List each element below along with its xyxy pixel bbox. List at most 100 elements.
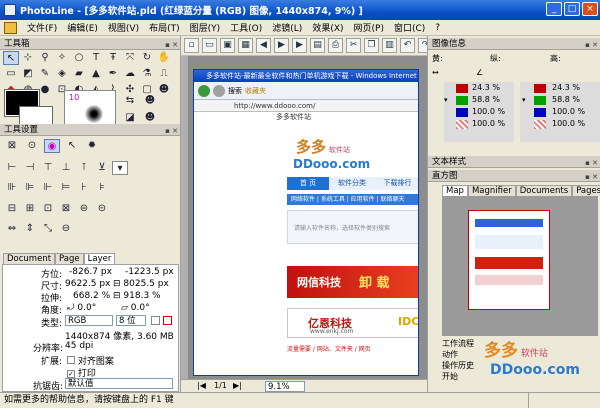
- space-r-icon[interactable]: ⊠: [58, 202, 74, 216]
- text-tool-icon[interactable]: T: [88, 51, 104, 65]
- panel-close-icon[interactable]: ▪ ✕: [585, 157, 598, 169]
- shape-tool-icon[interactable]: ▲: [88, 67, 104, 81]
- panel-close-icon[interactable]: ▪ ✕: [165, 125, 178, 137]
- size-both-icon[interactable]: ⤡: [40, 222, 56, 236]
- space-b-icon[interactable]: ⊝: [94, 202, 110, 216]
- align-middle-icon[interactable]: ⊺: [76, 161, 92, 175]
- next-page-icon[interactable]: ▶|: [233, 380, 242, 392]
- crop-tool-icon[interactable]: ⊹: [20, 51, 36, 65]
- dist-l-icon[interactable]: ⊩: [40, 181, 56, 195]
- size-w-icon[interactable]: ⇔: [4, 222, 20, 236]
- angle-a-value[interactable]: 0.0°: [77, 303, 96, 313]
- maximize-button[interactable]: □: [564, 2, 580, 16]
- last-page-icon[interactable]: ▶: [292, 38, 307, 53]
- menu-effects[interactable]: 效果(X): [307, 21, 348, 34]
- dropdown-icon[interactable]: ▾: [112, 161, 128, 175]
- menu-filter[interactable]: 滤镜(L): [267, 21, 307, 34]
- pen-tool-icon[interactable]: ✒: [105, 67, 121, 81]
- align-right-icon[interactable]: ⊤: [40, 161, 56, 175]
- open-icon[interactable]: ▭: [202, 38, 217, 53]
- picker-tool-icon[interactable]: ⚗: [139, 67, 155, 81]
- wand-tool-icon[interactable]: ✧: [54, 51, 70, 65]
- swap-colors-icon[interactable]: ⇆: [122, 94, 138, 108]
- resolution-value[interactable]: 45 dpi: [65, 341, 93, 351]
- tab-documents[interactable]: Documents: [515, 185, 573, 196]
- select-pointer-icon[interactable]: ↖: [64, 139, 80, 153]
- color-swatch-icon[interactable]: [151, 316, 160, 325]
- menu-tools[interactable]: 工具(O): [225, 21, 267, 34]
- menu-file[interactable]: 文件(F): [22, 21, 62, 34]
- zoom-tool-icon[interactable]: ○: [71, 51, 87, 65]
- type-mode-select[interactable]: RGB: [65, 315, 113, 326]
- document-icon[interactable]: [4, 22, 17, 34]
- fill-tool-icon[interactable]: ◈: [54, 67, 70, 81]
- smudge-tool-icon[interactable]: ☁: [122, 67, 138, 81]
- select-ellipse-icon[interactable]: ⊙: [24, 139, 40, 153]
- menu-layout[interactable]: 布局(T): [144, 21, 185, 34]
- menu-help[interactable]: ?: [430, 23, 445, 33]
- panel-close-icon[interactable]: ▪ ✕: [585, 171, 598, 183]
- first-page-icon[interactable]: |◀: [197, 380, 206, 392]
- menu-web[interactable]: 网页(P): [349, 21, 389, 34]
- dist-h-icon[interactable]: ⊪: [4, 181, 20, 195]
- tab-pages[interactable]: Pages: [572, 185, 600, 196]
- dropdown-icon[interactable]: ▾: [522, 96, 526, 104]
- red-swatch-icon[interactable]: [162, 316, 172, 325]
- copy-icon[interactable]: ❐: [364, 38, 379, 53]
- action-item[interactable]: 动作: [442, 349, 474, 360]
- select-rect-icon[interactable]: ⊠: [4, 139, 20, 153]
- dropdown-icon[interactable]: ▾: [444, 96, 448, 104]
- workflow-item[interactable]: 工作流程: [442, 338, 474, 349]
- save-icon[interactable]: ▣: [220, 38, 235, 53]
- clone-tool-icon[interactable]: ⚲: [37, 51, 53, 65]
- scale-x-value[interactable]: 668.2 %: [73, 291, 110, 301]
- brush-tool-icon[interactable]: ✎: [37, 67, 53, 81]
- dist-t-icon[interactable]: ⊦: [76, 181, 92, 195]
- lock-icon[interactable]: ⊖: [58, 222, 74, 236]
- align-pattern-checkbox[interactable]: [67, 356, 75, 364]
- pointer-tool-icon[interactable]: ↖: [3, 51, 19, 65]
- type-bits-select[interactable]: 8 位: [116, 315, 146, 326]
- antialias-select[interactable]: 默认值: [65, 378, 173, 389]
- tab-layer[interactable]: Layer: [83, 253, 116, 264]
- eraser-tool-icon[interactable]: ◩: [20, 67, 36, 81]
- dist-r-icon[interactable]: ⊨: [58, 181, 74, 195]
- angle-b-value[interactable]: 0.0°: [131, 303, 150, 313]
- rotate-tool-icon[interactable]: ↻: [139, 51, 155, 65]
- dist-b-icon[interactable]: ⊧: [94, 181, 110, 195]
- mask-opt-icon[interactable]: ☻: [142, 111, 158, 125]
- minimize-button[interactable]: _: [546, 2, 562, 16]
- close-button[interactable]: ×: [582, 2, 598, 16]
- size-h-value[interactable]: 8025.5 px: [123, 279, 168, 289]
- print-icon[interactable]: ⎙: [328, 38, 343, 53]
- reset-colors-icon[interactable]: ◪: [122, 111, 138, 125]
- align-bottom-icon[interactable]: ⊻: [94, 161, 110, 175]
- menu-window[interactable]: 窗口(C): [389, 21, 430, 34]
- tab-map[interactable]: Map: [442, 185, 468, 196]
- lasso-tool-icon[interactable]: ▭: [3, 67, 19, 81]
- map-viewport[interactable]: [468, 210, 550, 310]
- print-checkbox[interactable]: ✓: [67, 370, 75, 378]
- tab-page[interactable]: Page: [55, 253, 84, 264]
- hand-tool-icon[interactable]: ✋: [156, 51, 172, 65]
- paste-icon[interactable]: ▥: [382, 38, 397, 53]
- tab-document[interactable]: Document: [3, 253, 56, 264]
- browse-icon[interactable]: ▦: [238, 38, 253, 53]
- scale-link-icon[interactable]: ⊟: [113, 291, 121, 301]
- select-magic-icon[interactable]: ◉: [44, 139, 60, 153]
- vtext-tool-icon[interactable]: Ŧ: [105, 51, 121, 65]
- align-left-icon[interactable]: ⊢: [4, 161, 20, 175]
- zoom-select[interactable]: 9.1%: [265, 381, 305, 392]
- scale-y-value[interactable]: 918.3 %: [123, 291, 160, 301]
- undo-icon[interactable]: ↶: [400, 38, 415, 53]
- select-gear-icon[interactable]: ✹: [84, 139, 100, 153]
- navigator-map[interactable]: [442, 196, 598, 336]
- cut-icon[interactable]: ✂: [346, 38, 361, 53]
- measure-tool-icon[interactable]: ⎍: [156, 67, 172, 81]
- panel-close-icon[interactable]: ▪ ✕: [165, 39, 178, 51]
- size-h-icon[interactable]: ⇕: [22, 222, 38, 236]
- next-page-icon[interactable]: ▶: [274, 38, 289, 53]
- tab-magnifier[interactable]: Magnifier: [467, 185, 516, 196]
- align-center-icon[interactable]: ⊣: [22, 161, 38, 175]
- space-h-icon[interactable]: ⊟: [4, 202, 20, 216]
